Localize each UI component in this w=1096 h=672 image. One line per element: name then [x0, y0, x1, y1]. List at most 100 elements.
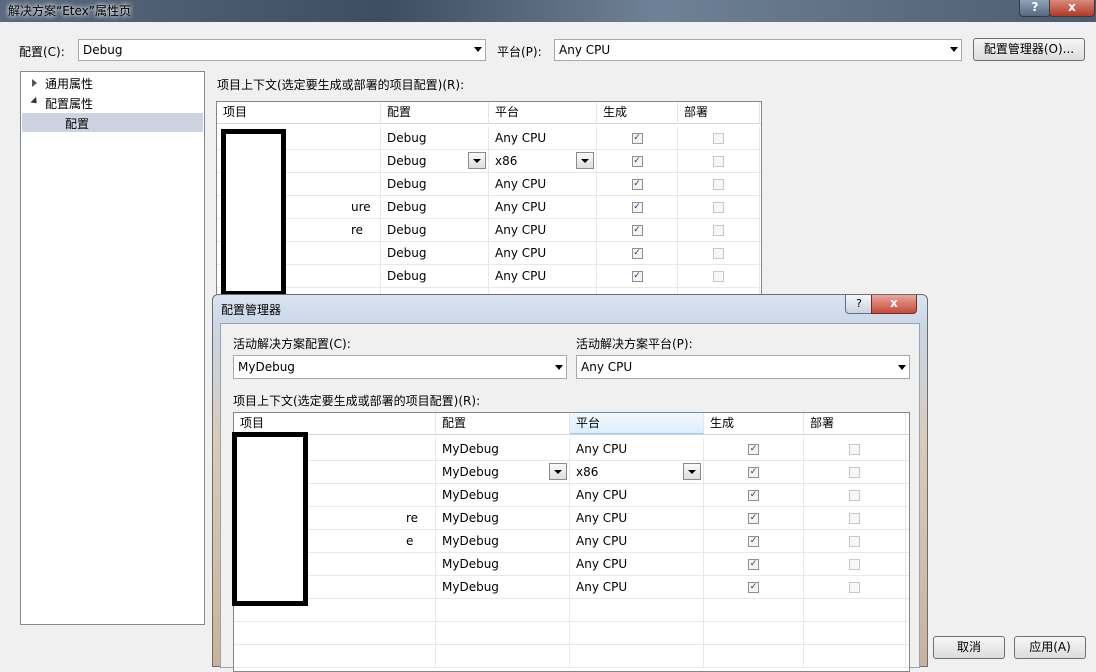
cell-deploy[interactable]	[678, 242, 760, 264]
dropdown-button[interactable]	[468, 152, 486, 169]
cell-config[interactable]: Debug	[381, 173, 489, 195]
dropdown-button[interactable]	[549, 463, 567, 480]
header-platform[interactable]: 平台	[570, 413, 704, 434]
cell-deploy[interactable]	[678, 127, 760, 149]
dialog-close-button[interactable]: x	[871, 295, 917, 314]
build-checkbox[interactable]: ✓	[631, 202, 643, 213]
cell-project[interactable]	[234, 622, 436, 644]
header-build[interactable]: 生成	[597, 102, 678, 123]
cell-platform[interactable]: Any CPU	[570, 576, 704, 598]
table-row[interactable]: MyDebug Any CPU ✓	[234, 484, 909, 507]
cell-project[interactable]	[234, 645, 436, 667]
build-checkbox[interactable]: ✓	[631, 179, 643, 190]
cell-platform[interactable]: Any CPU	[570, 530, 704, 552]
build-checkbox[interactable]: ✓	[748, 444, 759, 455]
cell-config[interactable]: Debug	[381, 219, 489, 241]
cell-build[interactable]: ✓	[704, 530, 804, 552]
cell-config[interactable]: Debug	[381, 127, 489, 149]
collapse-arrow-icon[interactable]	[30, 96, 40, 107]
cell-build[interactable]: ✓	[704, 484, 804, 506]
cell-config[interactable]: MyDebug	[436, 553, 570, 575]
cell-deploy[interactable]	[804, 530, 906, 552]
cell-build[interactable]	[704, 599, 804, 621]
table-row[interactable]: ure Debug Any CPU ✓	[217, 196, 761, 219]
config-manager-button[interactable]: 配置管理器(O)...	[973, 38, 1085, 61]
build-checkbox[interactable]: ✓	[631, 156, 643, 167]
deploy-checkbox[interactable]	[849, 559, 860, 570]
build-checkbox[interactable]: ✓	[748, 513, 759, 524]
dropdown-button[interactable]	[576, 152, 594, 169]
cell-deploy[interactable]	[804, 507, 906, 529]
dialog-help-button[interactable]: ?	[845, 295, 873, 314]
cell-platform[interactable]: Any CPU	[570, 553, 704, 575]
main-project-grid[interactable]: 项目 配置 平台 生成 部署 Debug Any CPU ✓ Debug x86 ✓ Deb…	[216, 101, 762, 301]
cell-config[interactable]: Debug	[381, 265, 489, 287]
table-row[interactable]: Debug x86 ✓	[217, 150, 761, 173]
build-checkbox[interactable]: ✓	[748, 467, 759, 478]
cell-deploy[interactable]	[678, 265, 760, 287]
build-checkbox[interactable]: ✓	[748, 536, 759, 547]
cell-build[interactable]: ✓	[704, 553, 804, 575]
cell-build[interactable]: ✓	[704, 461, 804, 483]
cell-config[interactable]: MyDebug	[436, 507, 570, 529]
cell-platform[interactable]: Any CPU	[489, 219, 597, 241]
header-deploy[interactable]: 部署	[678, 102, 760, 123]
table-row[interactable]	[234, 599, 909, 622]
deploy-checkbox[interactable]	[849, 467, 860, 478]
cell-platform[interactable]: Any CPU	[489, 173, 597, 195]
cell-config[interactable]	[436, 645, 570, 667]
cell-platform[interactable]: Any CPU	[489, 196, 597, 218]
expand-arrow-icon[interactable]	[32, 79, 37, 87]
cell-build[interactable]: ✓	[597, 265, 678, 287]
cell-config[interactable]	[436, 622, 570, 644]
cell-deploy[interactable]	[678, 219, 760, 241]
tree-item-configuration[interactable]: 配置	[65, 115, 89, 132]
help-button[interactable]: ?	[1019, 0, 1051, 17]
table-row[interactable]: MyDebug x86 ✓	[234, 461, 909, 484]
table-row[interactable]	[234, 622, 909, 645]
config-manager-dialog[interactable]: 配置管理器 ? x 活动解决方案配置(C): MyDebug 活动解决方案平台(…	[212, 294, 928, 672]
cell-build[interactable]: ✓	[704, 507, 804, 529]
deploy-checkbox[interactable]	[849, 444, 860, 455]
deploy-checkbox[interactable]	[849, 582, 860, 593]
cancel-button[interactable]: 取消	[933, 636, 1005, 659]
cell-build[interactable]	[704, 622, 804, 644]
cell-build[interactable]: ✓	[597, 173, 678, 195]
apply-button[interactable]: 应用(A)	[1014, 636, 1086, 659]
deploy-checkbox[interactable]	[713, 179, 724, 190]
build-checkbox[interactable]: ✓	[631, 225, 643, 236]
cell-deploy[interactable]	[804, 461, 906, 483]
cell-config[interactable]: MyDebug	[436, 484, 570, 506]
cell-deploy[interactable]	[678, 196, 760, 218]
header-config[interactable]: 配置	[381, 102, 489, 123]
cell-platform[interactable]: Any CPU	[489, 265, 597, 287]
cell-platform[interactable]: Any CPU	[570, 507, 704, 529]
header-config[interactable]: 配置	[436, 413, 570, 434]
cell-platform[interactable]	[570, 599, 704, 621]
build-checkbox[interactable]: ✓	[631, 248, 643, 259]
cell-build[interactable]: ✓	[597, 242, 678, 264]
cell-platform[interactable]: Any CPU	[489, 127, 597, 149]
table-row[interactable]: Debug Any CPU ✓	[217, 173, 761, 196]
table-row[interactable]: Debug Any CPU ✓	[217, 127, 761, 150]
deploy-checkbox[interactable]	[713, 202, 724, 213]
table-row[interactable]: Debug Any CPU ✓	[217, 265, 761, 288]
deploy-checkbox[interactable]	[849, 536, 860, 547]
dropdown-button[interactable]	[683, 463, 701, 480]
cell-config[interactable]: Debug	[381, 242, 489, 264]
header-build[interactable]: 生成	[704, 413, 804, 434]
table-row[interactable]: re Debug Any CPU ✓	[217, 219, 761, 242]
header-project[interactable]: 项目	[217, 102, 381, 123]
build-checkbox[interactable]: ✓	[748, 490, 759, 501]
cell-config[interactable]	[436, 599, 570, 621]
cell-build[interactable]: ✓	[597, 196, 678, 218]
cell-platform[interactable]: Any CPU	[570, 484, 704, 506]
deploy-checkbox[interactable]	[713, 225, 724, 236]
cell-platform[interactable]	[570, 645, 704, 667]
close-button[interactable]: x	[1049, 0, 1095, 17]
cell-config[interactable]: MyDebug	[436, 576, 570, 598]
table-row[interactable]: e MyDebug Any CPU ✓	[234, 530, 909, 553]
build-checkbox[interactable]: ✓	[631, 133, 643, 144]
cell-deploy[interactable]	[804, 576, 906, 598]
cell-deploy[interactable]	[678, 150, 760, 172]
